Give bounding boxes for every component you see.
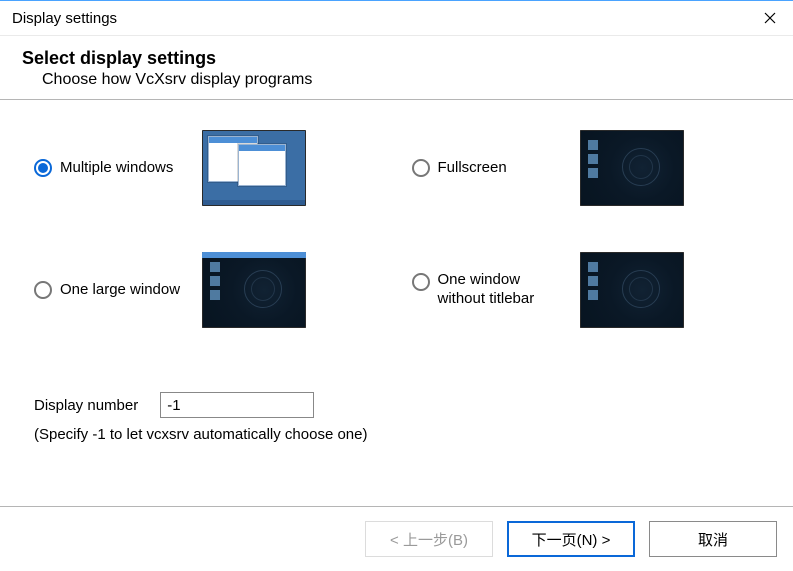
body: Multiple windows Fullscreen One large wi… (0, 100, 793, 443)
thumb-one-large-window (202, 252, 306, 328)
option-label: One window without titlebar (438, 271, 572, 309)
option-one-large-window[interactable]: One large window (34, 252, 382, 328)
option-multiple-windows[interactable]: Multiple windows (34, 130, 382, 206)
thumb-multiple-windows (202, 130, 306, 206)
window-title: Display settings (12, 10, 117, 27)
thumb-fullscreen (580, 130, 684, 206)
display-number-hint: (Specify -1 to let vcxsrv automatically … (34, 426, 759, 443)
thumb-one-window-no-titlebar (580, 252, 684, 328)
close-icon (764, 12, 776, 24)
radio-one-window-no-titlebar[interactable] (412, 273, 430, 291)
header: Select display settings Choose how VcXsr… (0, 36, 793, 100)
option-one-window-no-titlebar[interactable]: One window without titlebar (412, 252, 760, 328)
titlebar: Display settings (0, 0, 793, 36)
radio-one-large-window[interactable] (34, 281, 52, 299)
back-button[interactable]: < 上一步(B) (365, 521, 493, 557)
close-button[interactable] (747, 0, 793, 36)
option-label: Multiple windows (60, 159, 173, 178)
option-label: Fullscreen (438, 159, 507, 178)
display-number-input[interactable] (160, 392, 314, 418)
option-fullscreen[interactable]: Fullscreen (412, 130, 760, 206)
cancel-button[interactable]: 取消 (649, 521, 777, 557)
radio-fullscreen[interactable] (412, 159, 430, 177)
radio-multiple-windows[interactable] (34, 159, 52, 177)
display-mode-options: Multiple windows Fullscreen One large wi… (34, 130, 759, 328)
page-subheading: Choose how VcXsrv display programs (22, 71, 773, 89)
display-number-row: Display number (34, 392, 759, 418)
next-button[interactable]: 下一页(N) > (507, 521, 635, 557)
option-label: One large window (60, 281, 180, 300)
page-heading: Select display settings (22, 48, 773, 69)
footer: < 上一步(B) 下一页(N) > 取消 (0, 506, 793, 571)
display-number-label: Display number (34, 397, 138, 414)
